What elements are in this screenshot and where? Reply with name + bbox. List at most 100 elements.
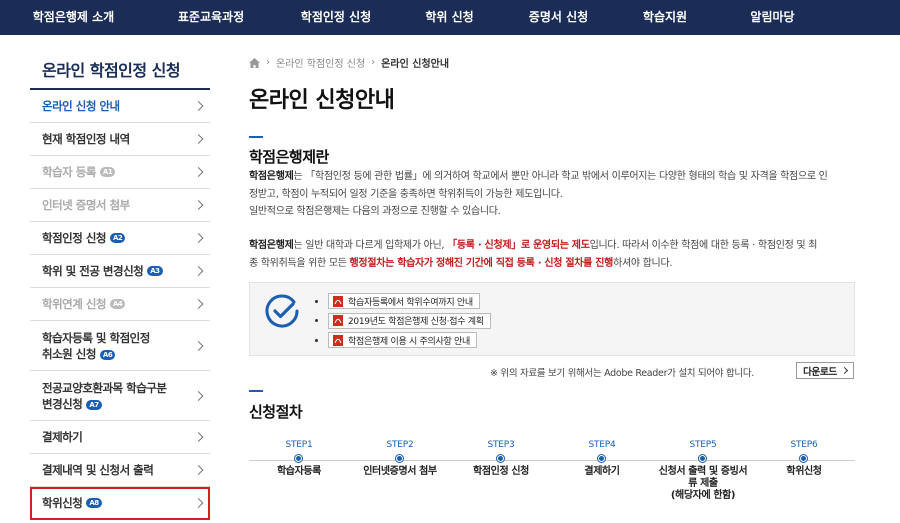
step-number: STEP1: [285, 440, 313, 450]
sidebar-item-learner-registration[interactable]: 학습자 등록 A1: [30, 156, 210, 189]
step-item: STEP1 학습자등록: [249, 440, 349, 478]
breadcrumb-current: 온라인 신청안내: [381, 59, 450, 70]
paragraph-text: 는 「학점인정 등에 관한 법률」에 의거하여 학교에서 뿐만 아니라 학교 밖…: [293, 171, 828, 182]
term-highlight: 학점은행제: [249, 171, 294, 182]
paragraph-text: 종 학위취득을 위한 모든: [249, 257, 347, 269]
notice-paragraph: 학점은행제는 일반 대학과 다르게 입학제가 아닌, 「등록 · 신청제」로 운…: [249, 237, 861, 272]
red-emphasis: 행정절차는 학습자가 정해진 기간에 직접 등록 · 신청 절차를 진행: [349, 257, 614, 269]
step-dot: [295, 455, 302, 462]
step-item: STEP2 인터넷증명서 첨부: [350, 440, 450, 478]
sidebar-item-internet-certificate[interactable]: 인터넷 증명서 첨부: [30, 189, 210, 222]
chevron-right-icon: [193, 390, 204, 401]
step-badge: A4: [109, 299, 126, 309]
nav-learning-support[interactable]: 학습지원: [615, 0, 715, 35]
sidebar-item-degree-link[interactable]: 학위연계 신청 A4: [30, 288, 210, 321]
step-label: 학위신청: [786, 466, 822, 477]
download-link-label: 학점은행제 이용 시 주의사항 안내: [348, 336, 470, 347]
nav-degree-application[interactable]: 학위 신청: [397, 0, 502, 35]
sidebar-item-label: 결제하기: [42, 430, 83, 444]
sidebar-item-label: 현재 학점인정 내역: [42, 132, 130, 146]
section-title-credit-bank: 학점은행제란: [249, 148, 329, 166]
chevron-right-icon: [193, 200, 204, 210]
step-item: STEP6 학위신청: [754, 440, 854, 478]
sidebar-item-label: 학점인정 신청: [42, 231, 106, 245]
download-button[interactable]: 다운로드: [796, 362, 854, 379]
sidebar-item-degree-request[interactable]: 학위신청 A8: [30, 487, 210, 520]
breadcrumb: › 온라인 학점인정 신청 › 온라인 신청안내: [249, 55, 449, 70]
download-link-guide[interactable]: 학습자등록에서 학위수여까지 안내: [328, 293, 480, 309]
chevron-right-icon: [193, 266, 204, 276]
sidebar-item-major-change[interactable]: 학위 및 전공 변경신청 A3: [30, 255, 210, 288]
list-item: 2019년도 학점은행제 신청·접수 계획: [315, 312, 491, 330]
sidebar-item-credit-history[interactable]: 현재 학점인정 내역: [30, 123, 210, 156]
breadcrumb-parent[interactable]: 온라인 학점인정 신청: [276, 55, 365, 70]
download-link-label: 학습자등록에서 학위수여까지 안내: [348, 297, 473, 308]
term-highlight: 학점은행제: [249, 240, 294, 251]
sidebar-item-label: 온라인 신청 안내: [42, 99, 120, 113]
pdf-icon: [333, 315, 343, 326]
section-divider: [249, 390, 263, 392]
download-list: 학습자등록에서 학위수여까지 안내 2019년도 학점은행제 신청·접수 계획 …: [315, 292, 491, 351]
sidebar-item-cancel-request[interactable]: 학습자등록 및 학점인정 취소원 신청 A6: [30, 321, 210, 371]
bullet-icon: [315, 319, 318, 322]
download-box: 학습자등록에서 학위수여까지 안내 2019년도 학점은행제 신청·접수 계획 …: [249, 282, 855, 356]
chevron-right-icon: [193, 432, 204, 442]
step-badge: A7: [86, 399, 102, 410]
chevron-right-icon: [193, 465, 204, 475]
bullet-icon: [315, 338, 318, 342]
download-link-plan[interactable]: 2019년도 학점은행제 신청·접수 계획: [328, 312, 491, 329]
chevron-right-icon: [193, 101, 204, 111]
sidebar-item-label: 전공교양호환과목 학습구분: [42, 380, 167, 395]
download-link-caution[interactable]: 학점은행제 이용 시 주의사항 안내: [328, 332, 477, 348]
step-badge: A2: [109, 233, 126, 243]
sidebar-item-online-guide[interactable]: 온라인 신청 안내: [30, 90, 210, 123]
step-dot: [699, 455, 706, 462]
adobe-reader-note: ※ 위의 자료를 보기 위해서는 Adobe Reader가 설치 되어야 합니…: [490, 368, 755, 379]
chevron-right-icon: [193, 498, 204, 508]
step-number: STEP6: [790, 440, 818, 450]
sidebar-item-label: 학위 및 전공 변경신청: [42, 264, 144, 278]
pdf-icon: [333, 295, 343, 307]
sidebar-item-label: 학습자등록 및 학점인정: [42, 330, 150, 345]
step-dot: [800, 455, 807, 462]
breadcrumb-separator-icon: ›: [371, 57, 376, 68]
step-badge: A8: [86, 498, 102, 508]
paragraph-text: 는 일반 대학과 다르게 입학제가 아닌,: [293, 240, 445, 251]
home-icon[interactable]: [249, 57, 260, 68]
step-dot: [396, 455, 403, 462]
sidebar-item-payment[interactable]: 결제하기: [30, 421, 210, 454]
sidebar-title: 온라인 학점인정 신청: [30, 35, 210, 90]
section-divider: [249, 136, 263, 138]
paragraph-text: 정받고, 학점이 누적되어 일정 기준을 충족하면 학위취득이 가능한 제도입니…: [249, 188, 563, 200]
step-number: STEP2: [386, 440, 414, 450]
nav-certificate-application[interactable]: 증명서 신청: [502, 0, 615, 35]
red-emphasis: 「등록 · 신청제」로 운영되는 제도: [447, 240, 590, 251]
step-item: STEP5 신청서 출력 및 증빙서 류 제출 (해당자에 한함): [653, 440, 753, 502]
chevron-right-icon: [193, 233, 204, 243]
step-number: STEP4: [588, 440, 616, 450]
sidebar-item-label: 취소원 신청: [42, 346, 96, 361]
paragraph-text: 일반적으로 학점은행제는 다음의 과정으로 진행할 수 있습니다.: [249, 206, 501, 217]
paragraph-text: 입니다. 따라서 이수한 학점에 대한 등록 · 학점인정 및 최: [589, 240, 818, 251]
sidebar-item-credit-application[interactable]: 학점인정 신청 A2: [30, 222, 210, 255]
chevron-right-icon: [840, 366, 848, 375]
chevron-right-icon: [193, 167, 204, 177]
nav-credit-bank-intro[interactable]: 학점은행제 소개: [0, 0, 147, 35]
step-number: STEP5: [689, 440, 717, 450]
step-label: 신청서 출력 및 증빙서 류 제출 (해당자에 한함): [658, 466, 748, 501]
bullet-icon: [315, 299, 318, 303]
nav-standard-curriculum[interactable]: 표준교육과정: [147, 0, 275, 35]
sidebar-item-course-type-change[interactable]: 전공교양호환과목 학습구분 변경신청 A7: [30, 371, 210, 421]
sidebar-item-label: 결제내역 및 신청서 출력: [42, 463, 154, 477]
sidebar-item-label: 인터넷 증명서 첨부: [42, 198, 130, 212]
step-label: 인터넷증명서 첨부: [363, 466, 437, 477]
step-dot: [598, 455, 605, 462]
step-label: 학습자등록: [276, 466, 321, 477]
nav-credit-application[interactable]: 학점인정 신청: [275, 0, 397, 35]
step-item: STEP4 결제하기: [552, 440, 652, 478]
sidebar-item-payment-history[interactable]: 결제내역 및 신청서 출력: [30, 454, 210, 487]
step-badge: A6: [99, 349, 116, 360]
step-label: 결제하기: [584, 466, 620, 477]
nav-notice[interactable]: 알림마당: [715, 0, 830, 35]
chevron-right-icon: [193, 299, 204, 309]
